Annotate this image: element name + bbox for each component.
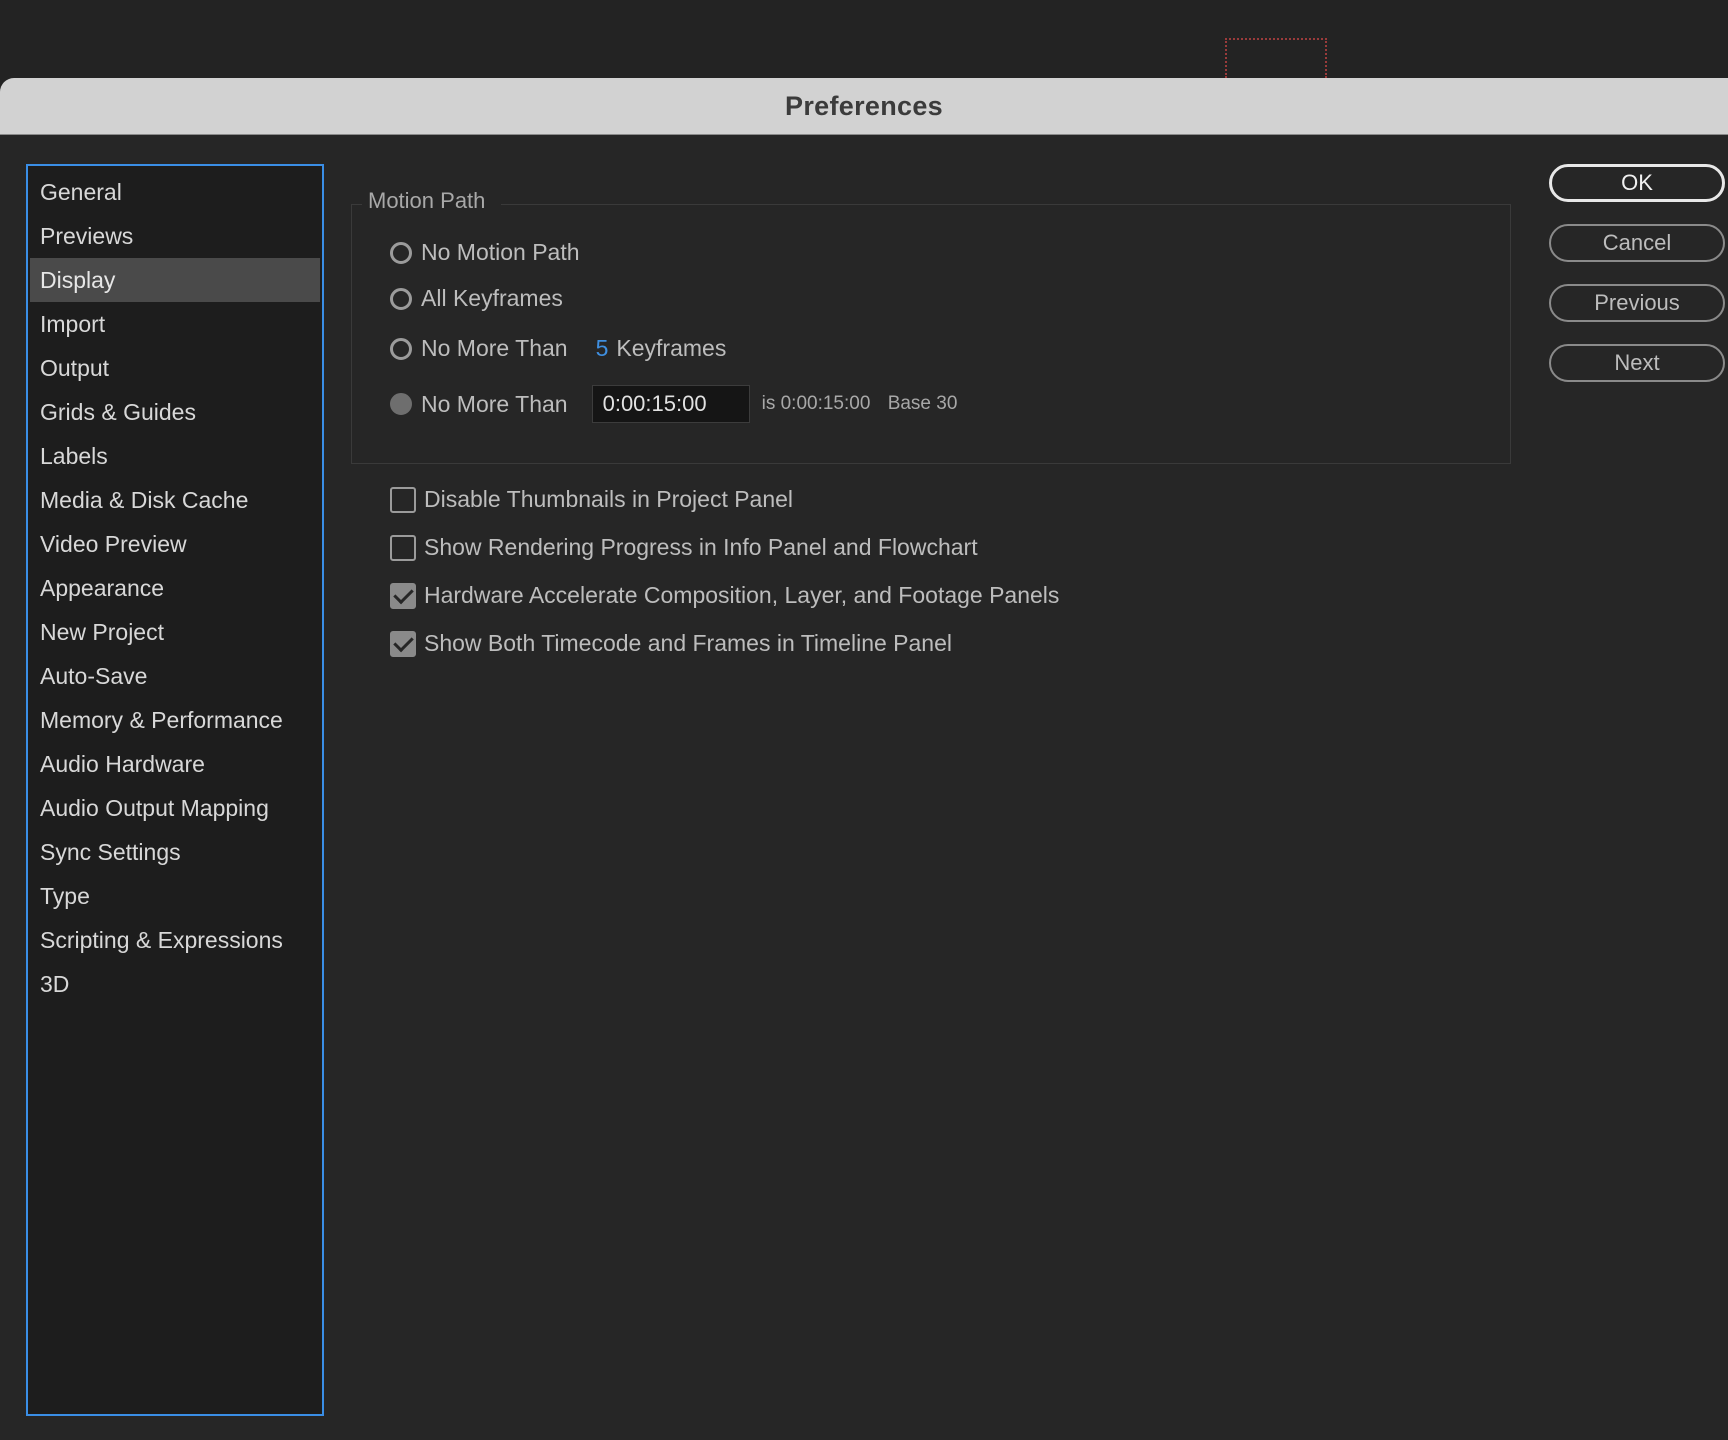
radio-label-no-motion-path: No Motion Path bbox=[421, 239, 580, 265]
checkbox-row-show-rendering-progress[interactable]: Show Rendering Progress in Info Panel an… bbox=[390, 534, 978, 561]
radio-row-no-more-than-time[interactable]: No More Than 0:00:15:00 is 0:00:15:00 Ba… bbox=[390, 385, 957, 423]
ok-button[interactable]: OK bbox=[1549, 164, 1725, 202]
sidebar-item-audio-output-mapping[interactable]: Audio Output Mapping bbox=[30, 786, 320, 830]
sidebar-item-import[interactable]: Import bbox=[30, 302, 320, 346]
sidebar-item-video-preview[interactable]: Video Preview bbox=[30, 522, 320, 566]
sidebar-item-labels[interactable]: Labels bbox=[30, 434, 320, 478]
sidebar-item-grids-guides[interactable]: Grids & Guides bbox=[30, 390, 320, 434]
radio-no-more-than-time[interactable] bbox=[390, 393, 412, 415]
previous-button[interactable]: Previous bbox=[1549, 284, 1725, 322]
radio-label-no-more-than-time: No More Than bbox=[421, 390, 568, 417]
checkbox-show-rendering-progress[interactable] bbox=[390, 534, 416, 561]
sidebar-item-general[interactable]: General bbox=[30, 170, 320, 214]
time-duration-input[interactable]: 0:00:15:00 bbox=[591, 385, 750, 423]
checkbox-label-show-rendering-progress: Show Rendering Progress in Info Panel an… bbox=[424, 534, 978, 560]
dialog-titlebar: Preferences bbox=[0, 78, 1728, 135]
time-info-text: is 0:00:15:00 Base 30 bbox=[762, 393, 958, 415]
next-button[interactable]: Next bbox=[1549, 344, 1725, 382]
sidebar-item-new-project[interactable]: New Project bbox=[30, 610, 320, 654]
sidebar-item-3d[interactable]: 3D bbox=[30, 962, 320, 1006]
radio-label-all-keyframes: All Keyframes bbox=[421, 285, 563, 311]
sidebar-item-previews[interactable]: Previews bbox=[30, 214, 320, 258]
checkbox-disable-thumbnails[interactable] bbox=[390, 486, 416, 513]
sidebar-item-memory-performance[interactable]: Memory & Performance bbox=[30, 698, 320, 742]
motion-path-legend: Motion Path bbox=[362, 188, 502, 214]
checkbox-row-show-timecode-frames[interactable]: Show Both Timecode and Frames in Timelin… bbox=[390, 630, 952, 657]
checkbox-row-disable-thumbnails[interactable]: Disable Thumbnails in Project Panel bbox=[390, 486, 793, 513]
cancel-button[interactable]: Cancel bbox=[1549, 224, 1725, 262]
checkbox-show-timecode-frames[interactable] bbox=[390, 630, 416, 657]
radio-all-keyframes[interactable] bbox=[390, 287, 412, 310]
checkbox-label-hardware-accelerate: Hardware Accelerate Composition, Layer, … bbox=[424, 582, 1060, 608]
sidebar-item-output[interactable]: Output bbox=[30, 346, 320, 390]
radio-row-no-motion-path[interactable]: No Motion Path bbox=[390, 239, 580, 266]
sidebar-item-display[interactable]: Display bbox=[30, 258, 320, 302]
radio-no-motion-path[interactable] bbox=[390, 241, 412, 264]
motion-path-group: Motion Path No Motion Path All Keyframes… bbox=[351, 188, 1511, 464]
time-base-text: Base 30 bbox=[887, 393, 958, 414]
radio-row-all-keyframes[interactable]: All Keyframes bbox=[390, 285, 563, 312]
checkmark-icon bbox=[392, 631, 414, 652]
keyframes-count-value[interactable]: 5 bbox=[596, 335, 609, 362]
checkbox-row-hardware-accelerate[interactable]: Hardware Accelerate Composition, Layer, … bbox=[390, 582, 1059, 609]
checkmark-icon bbox=[392, 583, 414, 604]
sidebar-item-auto-save[interactable]: Auto-Save bbox=[30, 654, 320, 698]
preferences-category-list[interactable]: General Previews Display Import Output G… bbox=[26, 164, 324, 1416]
time-equivalent-text: is 0:00:15:00 bbox=[761, 393, 871, 414]
radio-label-no-more-than-keyframes: No More Than bbox=[421, 335, 568, 361]
radio-no-more-than-keyframes[interactable] bbox=[390, 337, 412, 360]
radio-row-no-more-than-keyframes[interactable]: No More Than 5 Keyframes bbox=[390, 335, 726, 362]
checkbox-hardware-accelerate[interactable] bbox=[390, 582, 416, 609]
sidebar-item-type[interactable]: Type bbox=[30, 874, 320, 918]
checkbox-label-show-timecode-frames: Show Both Timecode and Frames in Timelin… bbox=[424, 630, 952, 656]
preferences-dialog: Preferences General Previews Display Imp… bbox=[0, 78, 1728, 1440]
background-selection-marquee bbox=[1225, 38, 1327, 78]
dialog-title: Preferences bbox=[785, 90, 943, 121]
checkbox-label-disable-thumbnails: Disable Thumbnails in Project Panel bbox=[424, 486, 794, 512]
keyframes-unit-label: Keyframes bbox=[616, 335, 727, 361]
sidebar-item-scripting-expressions[interactable]: Scripting & Expressions bbox=[30, 918, 320, 962]
sidebar-item-appearance[interactable]: Appearance bbox=[30, 566, 320, 610]
sidebar-item-sync-settings[interactable]: Sync Settings bbox=[30, 830, 320, 874]
sidebar-item-audio-hardware[interactable]: Audio Hardware bbox=[30, 742, 320, 786]
sidebar-item-media-disk-cache[interactable]: Media & Disk Cache bbox=[30, 478, 320, 522]
